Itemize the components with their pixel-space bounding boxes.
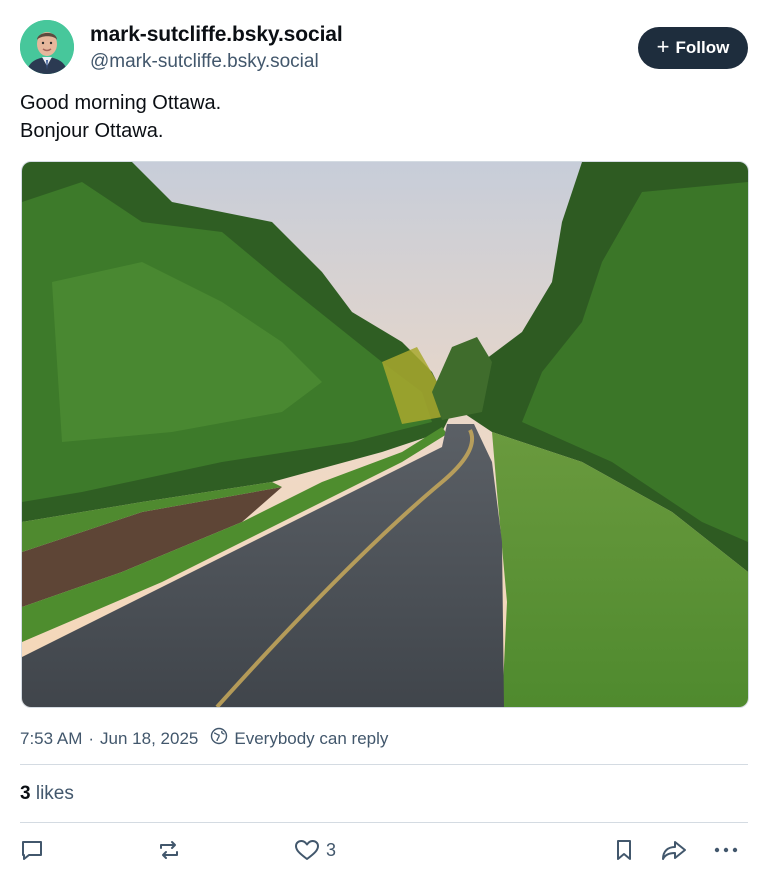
more-options-button[interactable] [713, 838, 739, 862]
post-meta: 7:53 AM · Jun 18, 2025 Everybody can rep… [20, 727, 388, 750]
repost-button[interactable] [156, 838, 182, 862]
action-bar: 3 [20, 838, 748, 870]
plus-icon: + [656, 34, 670, 59]
likes-count[interactable]: 3 likes [20, 783, 74, 805]
post-text: Good morning Ottawa. Bonjour Ottawa. [20, 89, 221, 145]
post-image[interactable] [21, 161, 749, 708]
post-line: Bonjour Ottawa. [20, 120, 164, 142]
likes-label: likes [35, 783, 74, 804]
divider [20, 822, 748, 823]
divider [20, 764, 748, 765]
share-arrow-icon [660, 838, 688, 862]
follow-button[interactable]: + Follow [638, 27, 748, 69]
post-date[interactable]: Jun 18, 2025 [100, 729, 198, 749]
post-header: mark-sutcliffe.bsky.social @mark-sutclif… [20, 20, 748, 76]
like-count: 3 [326, 839, 337, 860]
avatar[interactable] [20, 20, 74, 74]
speech-bubble-icon [20, 838, 44, 862]
follow-label: Follow [675, 38, 730, 57]
globe-reply-icon [210, 727, 228, 750]
post-line: Good morning Ottawa. [20, 92, 222, 114]
author-handle[interactable]: @mark-sutcliffe.bsky.social [90, 49, 343, 75]
heart-icon [294, 838, 320, 862]
likes-number: 3 [20, 783, 31, 804]
reply-setting-label: Everybody can reply [234, 728, 389, 748]
meta-separator: · [88, 728, 95, 748]
repost-icon [156, 838, 182, 862]
like-button[interactable]: 3 [294, 838, 336, 862]
bookmark-icon [613, 838, 635, 862]
share-button[interactable] [660, 838, 688, 862]
bike-path-photo [22, 162, 748, 707]
post-time[interactable]: 7:53 AM [20, 729, 82, 749]
author-names: mark-sutcliffe.bsky.social @mark-sutclif… [90, 22, 343, 75]
bookmark-button[interactable] [613, 838, 635, 862]
reply-button[interactable] [20, 838, 44, 862]
reply-setting: Everybody can reply [210, 727, 388, 750]
display-name[interactable]: mark-sutcliffe.bsky.social [90, 22, 343, 48]
ellipsis-icon [713, 838, 739, 862]
